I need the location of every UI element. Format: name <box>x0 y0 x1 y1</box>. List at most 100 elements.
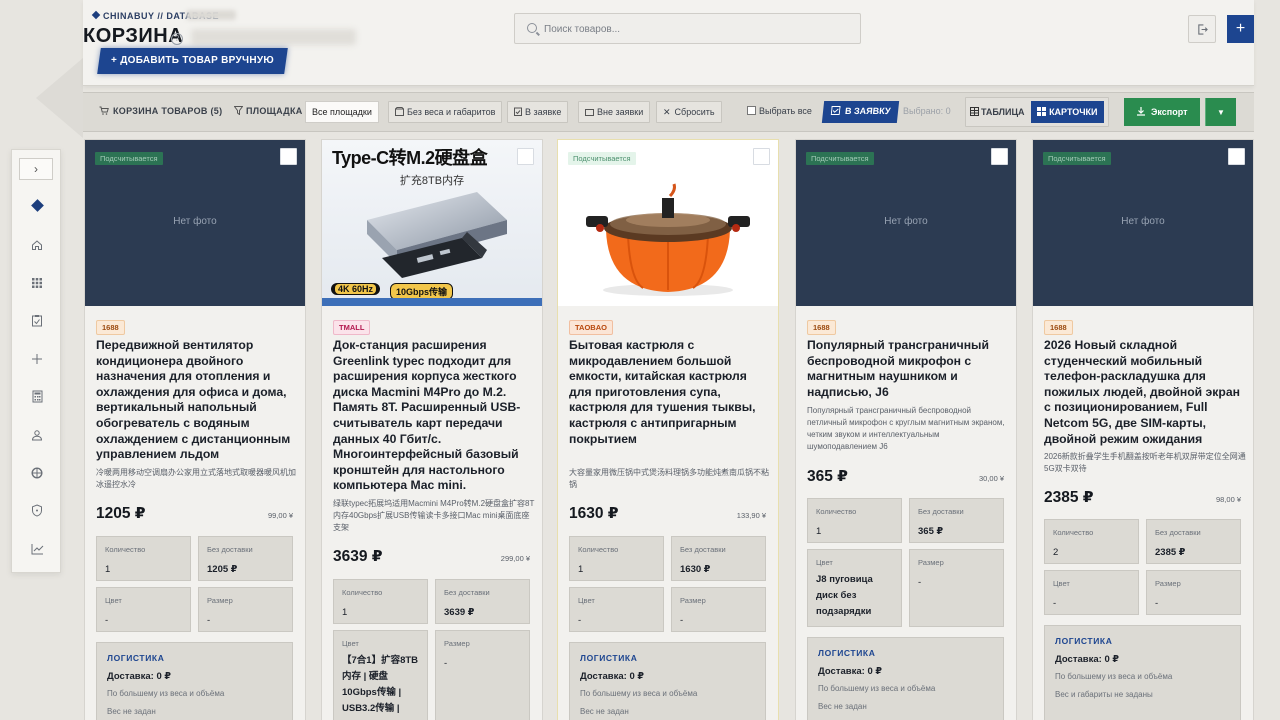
logistics-heading: ЛОГИСТИКА <box>107 653 165 663</box>
product-title: Популярный трансграничный беспроводной м… <box>807 338 989 399</box>
sidebar-item-catalog[interactable] <box>29 276 45 292</box>
cards-view-button[interactable]: КАРТОЧКИ <box>1031 101 1104 123</box>
product-original-title: 大容量家用微压锅中式煲汤料理锅多功能炖煮南瓜锅不粘锅 <box>569 468 769 489</box>
filter-icon <box>233 106 244 116</box>
sidebar-item-home[interactable] <box>29 238 45 254</box>
help-icon[interactable]: ? <box>171 33 183 45</box>
card-checkbox[interactable] <box>1228 148 1245 165</box>
header-panel: CHINABUY // DATABASE КОРЗИНА ? + ДОБАВИТ… <box>83 0 1254 86</box>
field-label: Цвет <box>342 639 359 648</box>
field-value: 1 <box>816 526 822 537</box>
product-price: 2385 ₽ <box>1044 489 1094 506</box>
pot-illustration <box>586 183 750 296</box>
product-price-cny: 99,00 ¥ <box>267 511 293 520</box>
table-view-button[interactable]: ТАБЛИЦА <box>970 107 1025 117</box>
product-card[interactable]: Подсчитывается Нет фото 1688 Передвижной… <box>84 139 306 720</box>
decorative-arrow <box>36 58 83 138</box>
select-all-checkbox[interactable]: Выбрать все <box>747 101 812 123</box>
field-value: 2385 ₽ <box>1155 547 1186 558</box>
field-label: Количество <box>816 507 857 516</box>
field-value: 1205 ₽ <box>207 564 238 575</box>
product-card[interactable]: Подсчитывается Нет фото 1688 2026 Новый … <box>1032 139 1254 720</box>
field-value: 1 <box>105 564 111 575</box>
color-field[interactable]: Цвет 【7合1】扩容8TB内存 | 硬盘10Gbps传输 | USB3.2传输… <box>333 630 428 720</box>
sidebar-item-global[interactable] <box>29 466 45 482</box>
sidebar-toggle[interactable]: › <box>19 158 53 180</box>
add-button[interactable]: + <box>1227 15 1254 43</box>
search-input[interactable] <box>544 20 844 38</box>
product-card[interactable]: Подсчитывается Нет фото 1688 Популярный … <box>795 139 1017 720</box>
color-field[interactable]: Цвет J8 пуговица диск без подзарядки <box>807 549 902 627</box>
field-label: Без доставки <box>680 545 726 554</box>
reset-button[interactable]: ✕ Сбросить <box>656 101 722 123</box>
weight-status: Вес не задан <box>107 707 156 716</box>
card-checkbox[interactable] <box>991 148 1008 165</box>
export-dropdown-button[interactable]: ▼ <box>1205 98 1236 126</box>
field-value: - <box>1053 598 1057 609</box>
product-title: Док-станция расширения Greenlink typec п… <box>333 338 521 493</box>
product-card[interactable]: Подсчитывается TAOBAO Бытовая кастрюля с… <box>557 139 779 720</box>
logout-button[interactable] <box>1188 15 1216 43</box>
spec-text: 4K 60Hz <box>335 284 377 294</box>
field-value: 1630 ₽ <box>680 564 711 575</box>
calculator-icon <box>32 390 42 403</box>
weight-status: Вес не задан <box>818 702 867 711</box>
delivery-method: По большему из веса и объёма <box>107 689 225 698</box>
card-checkbox[interactable] <box>753 148 770 165</box>
source-badge: 1688 <box>1044 320 1073 335</box>
globe-icon <box>31 467 43 479</box>
product-price: 3639 ₽ <box>333 548 383 565</box>
delivery-method: По большему из веса и объёма <box>580 689 698 698</box>
platform-filter-label: ПЛОЩАДКА <box>233 101 303 123</box>
sidebar-item-logo[interactable] <box>29 198 45 214</box>
sidebar-item-orders[interactable] <box>29 314 45 330</box>
quantity-field[interactable]: Количество 1 <box>807 498 902 543</box>
to-request-button[interactable]: В ЗАЯВКУ <box>821 101 900 123</box>
no-delivery-field: Без доставки 1205 ₽ <box>198 536 293 581</box>
card-checkbox[interactable] <box>280 148 297 165</box>
platform-label-text: ПЛОЩАДКА <box>246 106 303 116</box>
blurred-text <box>186 10 236 20</box>
export-button[interactable]: Экспорт <box>1124 98 1200 126</box>
no-weight-filter-button[interactable]: Без веса и габаритов <box>388 101 503 123</box>
product-image-placeholder: Подсчитывается Нет фото <box>796 140 1016 306</box>
size-field[interactable]: Размер - <box>198 587 293 632</box>
color-field[interactable]: Цвет - <box>569 587 664 632</box>
sidebar-item-add[interactable] <box>29 352 45 368</box>
clipboard-check-icon <box>32 315 42 327</box>
field-value: 1 <box>342 607 348 618</box>
sidebar-item-analytics[interactable] <box>29 542 45 558</box>
size-field[interactable]: Размер - <box>671 587 766 632</box>
search-box[interactable] <box>514 13 861 44</box>
size-field[interactable]: Размер - <box>435 630 530 720</box>
sidebar-item-calculator[interactable] <box>29 390 45 406</box>
quantity-field[interactable]: Количество 1 <box>96 536 191 581</box>
not-in-request-filter-button[interactable]: Вне заявки <box>578 101 651 123</box>
in-request-filter-button[interactable]: В заявке <box>507 101 569 123</box>
product-price: 1630 ₽ <box>569 505 619 522</box>
quantity-field[interactable]: Количество 1 <box>333 579 428 624</box>
quantity-field[interactable]: Количество 2 <box>1044 519 1139 564</box>
color-field[interactable]: Цвет - <box>1044 570 1139 615</box>
card-checkbox[interactable] <box>517 148 534 165</box>
sidebar-item-security[interactable] <box>29 504 45 520</box>
diamond-icon <box>30 199 44 212</box>
platform-select[interactable]: Все площадки <box>305 101 379 123</box>
product-card[interactable]: Type-C转M.2硬盘盒 扩充8TB内存 4K 60Hz 10Gbps传输 T… <box>321 139 543 720</box>
clipboard-check-icon <box>830 106 841 115</box>
size-field[interactable]: Размер - <box>1146 570 1241 615</box>
no-delivery-field: Без доставки 1630 ₽ <box>671 536 766 581</box>
field-label: Цвет <box>1053 579 1070 588</box>
size-field[interactable]: Размер - <box>909 549 1004 627</box>
logistics-panel: ЛОГИСТИКА Доставка: 0 ₽ По большему из в… <box>807 637 1004 720</box>
not-in-request-label: Вне заявки <box>597 107 644 117</box>
field-value: - <box>918 577 922 588</box>
add-manual-button[interactable]: + ДОБАВИТЬ ТОВАР ВРУЧНУЮ <box>97 48 288 74</box>
caret-down-icon: ▼ <box>1217 108 1225 117</box>
color-field[interactable]: Цвет - <box>96 587 191 632</box>
checkbox[interactable] <box>747 106 756 115</box>
quantity-field[interactable]: Количество 1 <box>569 536 664 581</box>
sidebar-item-profile[interactable] <box>29 428 45 444</box>
no-photo-label: Нет фото <box>884 216 928 227</box>
logistics-panel: ЛОГИСТИКА Доставка: 0 ₽ По большему из в… <box>1044 625 1241 720</box>
